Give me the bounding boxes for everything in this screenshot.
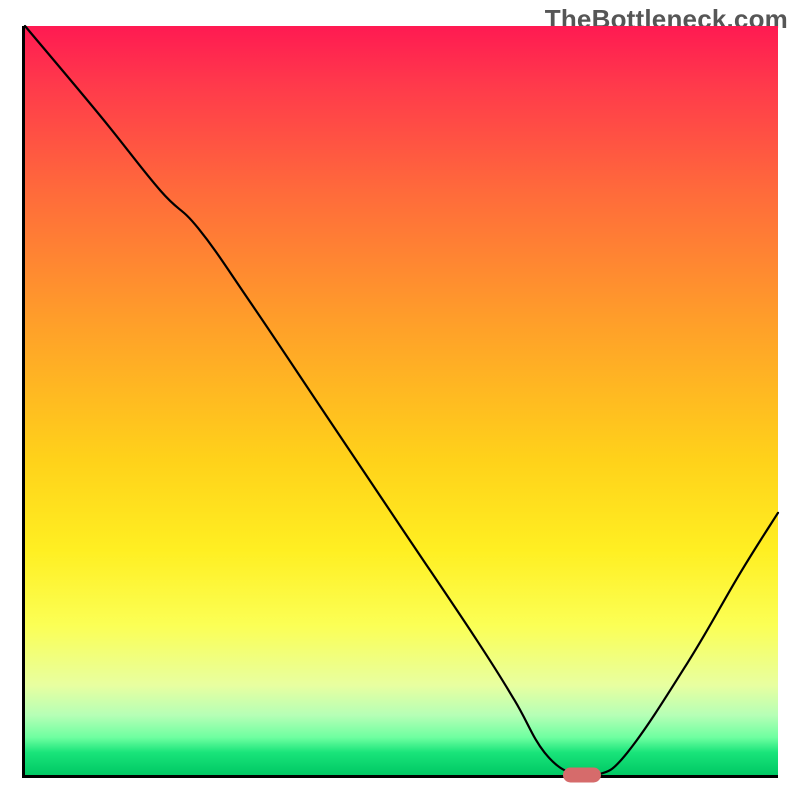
curve-svg: [25, 26, 778, 775]
plot-axes: [22, 26, 778, 778]
chart-frame: TheBottleneck.com: [0, 0, 800, 800]
optimal-marker: [563, 768, 601, 783]
plot-area: [25, 26, 778, 775]
bottleneck-curve: [25, 26, 778, 778]
